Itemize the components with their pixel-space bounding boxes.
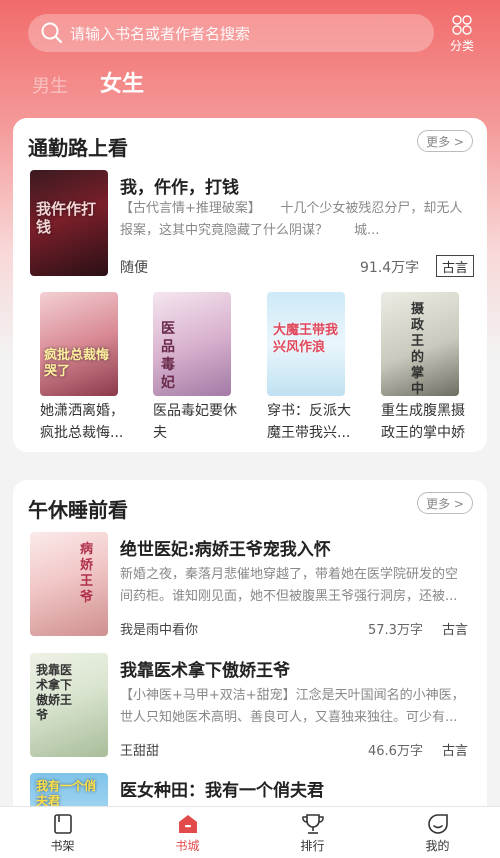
book-title: 医女种田：我有一个俏夫君 (120, 781, 324, 801)
book-cover: 疯批总裁悔哭了 (40, 292, 118, 396)
tab-label: 排行 (300, 839, 325, 853)
cover-text: 病娇王爷 (80, 542, 94, 605)
category-label: 分类 (449, 39, 474, 53)
section-title: 通勤路上看 (28, 136, 128, 160)
book-description: 新婚之夜，秦落月悲催地穿越了，带着她在医学院研发的空间药柜。谁知刚见面，她不但被… (120, 567, 459, 604)
book-description: 【小神医+马甲+双洁+甜宠】江念是天叶国闻名的小神医，世人只知她医术高明、善良可… (120, 688, 465, 725)
book-title: 绝世医妃:病娇王爷宠我入怀 (120, 540, 331, 560)
cover-text: 摄政王的掌中娇 (411, 302, 425, 396)
featured-book-title[interactable]: 我，仵作，打钱 (120, 173, 239, 198)
section-commute: 通勤路上看 更多 > 我仵作打钱 我，仵作，打钱 【古代言情+推理破案】 十几个… (13, 118, 487, 452)
featured-book-cover[interactable]: 我仵作打钱 (30, 170, 108, 276)
book-cover: 摄政王的掌中娇 (381, 292, 459, 396)
book-card[interactable]: 医品毒妃 医品毒妃要休夫 (153, 292, 243, 444)
cover-text: 我仵作打钱 (36, 200, 97, 236)
more-button[interactable]: 更多 > (417, 130, 473, 152)
book-author: 王甜甜 (120, 744, 160, 759)
featured-book-words: 91.4万字 (360, 260, 420, 276)
book-words: 57.3万字 (368, 623, 423, 638)
section-nap: 午休睡前看 更多 > 病娇王爷 绝世医妃:病娇王爷宠我入怀 新婚之夜，秦落月悲催… (13, 480, 487, 820)
genre-tag: 古言 (442, 744, 469, 759)
more-button[interactable]: 更多 > (417, 492, 473, 514)
gender-tabs: 男生 女生 (32, 66, 176, 98)
search-icon (40, 21, 64, 45)
search-placeholder: 请输入书名或者作者名搜索 (70, 24, 251, 43)
book-title: 穿书：反派大魔王带我兴... (267, 403, 351, 441)
tab-label: 书城 (175, 839, 200, 853)
list-item[interactable]: 我靠医术拿下傲娇王爷 我靠医术拿下傲娇王爷 【小神医+马甲+双洁+甜宠】江念是天… (13, 653, 487, 763)
list-item[interactable]: 病娇王爷 绝世医妃:病娇王爷宠我入怀 新婚之夜，秦落月悲催地穿越了，带着她在医学… (13, 532, 487, 642)
cover-text: 我有一个俏夫君 (36, 779, 97, 808)
profile-icon (427, 814, 448, 834)
home-icon (178, 815, 197, 833)
bottom-tab-bar: 书架 书城 排行 我的 (0, 806, 500, 858)
book-cover: 病娇王爷 (30, 532, 108, 636)
category-button[interactable]: 分类 (444, 14, 480, 54)
tab-bookstore[interactable]: 书城 (125, 807, 250, 858)
tab-male[interactable]: 男生 (32, 72, 68, 98)
book-title: 医品毒妃要休夫 (153, 403, 237, 441)
book-title: 她潇洒离婚，疯批总裁悔... (40, 403, 124, 441)
book-cover: 我靠医术拿下傲娇王爷 (30, 653, 108, 757)
book-author: 我是雨中看你 (120, 623, 199, 638)
book-words: 46.6万字 (368, 744, 423, 759)
book-cover: 大魔王带我兴风作浪 (267, 292, 345, 396)
search-bar[interactable]: 请输入书名或者作者名搜索 (28, 14, 434, 52)
featured-book-description: 【古代言情+推理破案】 十几个少女被残忍分尸，却无人报案，这其中究竟隐藏了什么阴… (120, 201, 463, 238)
book-card[interactable]: 疯批总裁悔哭了 她潇洒离婚，疯批总裁悔... (40, 292, 130, 444)
tab-female[interactable]: 女生 (100, 66, 144, 98)
bookshelf-icon (53, 814, 72, 834)
grid-icon (452, 15, 472, 35)
trophy-icon (301, 814, 324, 834)
book-card[interactable]: 摄政王的掌中娇 重生成腹黑摄政王的掌中娇 (381, 292, 471, 444)
cover-text: 我靠医术拿下傲娇王爷 (36, 663, 73, 722)
tab-label: 我的 (425, 839, 450, 853)
cover-text: 大魔王带我兴风作浪 (273, 323, 339, 355)
featured-book-author: 随便 (120, 260, 148, 276)
tab-profile[interactable]: 我的 (375, 807, 500, 858)
genre-tag: 古言 (442, 623, 469, 638)
tab-bookshelf[interactable]: 书架 (0, 807, 125, 858)
book-card[interactable]: 大魔王带我兴风作浪 穿书：反派大魔王带我兴... (267, 292, 357, 444)
book-title: 我靠医术拿下傲娇王爷 (120, 661, 290, 681)
cover-text: 疯批总裁悔哭了 (44, 348, 110, 379)
cover-text: 医品毒妃 (161, 321, 175, 391)
tab-label: 书架 (50, 839, 75, 853)
book-title: 重生成腹黑摄政王的掌中娇 (381, 403, 465, 441)
header: 请输入书名或者作者名搜索 分类 男生 女生 (0, 0, 500, 115)
tab-ranking[interactable]: 排行 (250, 807, 375, 858)
genre-tag: 古言 (436, 255, 474, 277)
book-cover: 医品毒妃 (153, 292, 231, 396)
section-title: 午休睡前看 (28, 498, 128, 522)
